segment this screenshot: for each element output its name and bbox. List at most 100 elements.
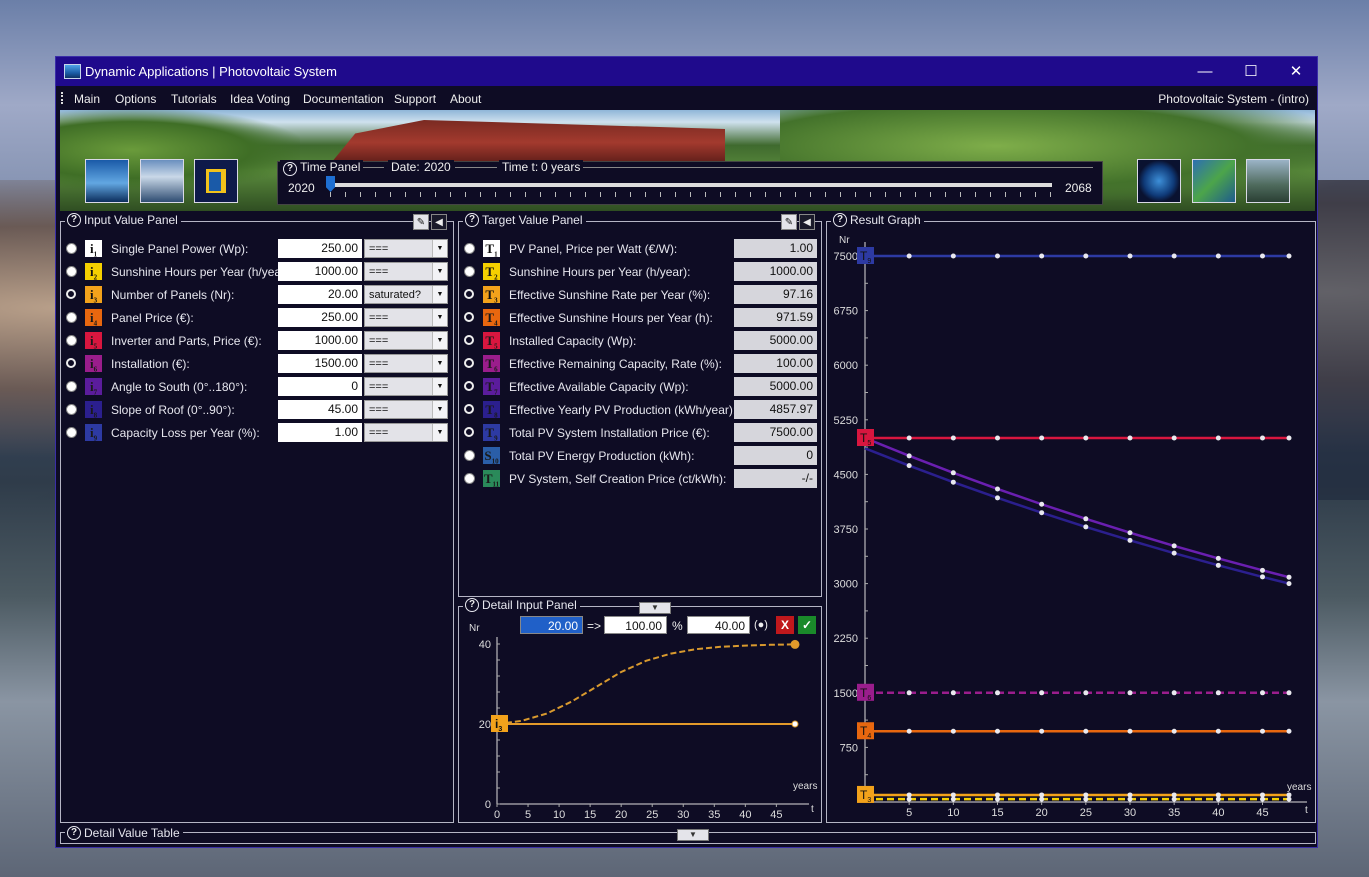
solar-farm-button[interactable]: [1246, 159, 1290, 203]
data-point: [995, 495, 1000, 501]
select-radio[interactable]: [66, 289, 76, 299]
input-value-field[interactable]: 250.00: [278, 239, 362, 258]
input-value-field[interactable]: 20.00: [278, 285, 362, 304]
data-point: [1215, 253, 1221, 259]
select-radio[interactable]: [66, 427, 77, 438]
input-value-field[interactable]: 45.00: [278, 400, 362, 419]
mode-select[interactable]: === ▼: [364, 239, 448, 258]
close-button[interactable]: ✕: [1273, 57, 1319, 86]
start-year: 2020: [288, 181, 315, 195]
select-radio[interactable]: [464, 358, 474, 368]
select-radio[interactable]: [66, 404, 77, 415]
input-value-field[interactable]: 1000.00: [278, 262, 362, 281]
input-value-field[interactable]: 1.00: [278, 423, 362, 442]
minimize-button[interactable]: —: [1182, 57, 1228, 86]
chevron-down-icon[interactable]: ▼: [432, 286, 447, 303]
mode-select[interactable]: === ▼: [364, 400, 448, 419]
mode-select[interactable]: === ▼: [364, 331, 448, 350]
variable-badge: T3: [483, 286, 500, 305]
series-end-point[interactable]: [790, 639, 800, 649]
input-value-field[interactable]: 250.00: [278, 308, 362, 327]
edit-pencil-icon[interactable]: ✎: [781, 214, 797, 230]
time-slider-thumb[interactable]: [326, 176, 335, 192]
select-radio[interactable]: [464, 381, 474, 391]
mode-select[interactable]: === ▼: [364, 354, 448, 373]
select-radio[interactable]: [464, 473, 475, 484]
chevron-down-icon[interactable]: ▼: [432, 424, 447, 441]
variable-badge: T6: [483, 355, 500, 374]
help-icon[interactable]: ?: [67, 213, 81, 227]
data-point: [1171, 550, 1177, 556]
menu-idea-voting[interactable]: Idea Voting: [230, 92, 290, 106]
select-radio[interactable]: [66, 312, 77, 323]
y-tick-label: 3000: [834, 579, 858, 591]
select-radio[interactable]: [66, 335, 77, 346]
menu-about[interactable]: About: [450, 92, 481, 106]
select-radio[interactable]: [464, 335, 474, 345]
select-radio[interactable]: [464, 404, 474, 414]
chevron-down-icon[interactable]: ▼: [432, 240, 447, 257]
data-point: [1171, 543, 1177, 549]
sunset-scenario-button[interactable]: [85, 159, 129, 203]
menu-grip-icon[interactable]: [61, 92, 65, 104]
maximize-button[interactable]: ☐: [1228, 57, 1274, 86]
select-radio[interactable]: [464, 312, 474, 322]
select-radio[interactable]: [464, 450, 475, 461]
x-tick-label: 5: [906, 807, 912, 819]
select-radio[interactable]: [464, 266, 475, 277]
edit-pencil-icon[interactable]: ✎: [413, 214, 429, 230]
mode-select[interactable]: saturated? ▼: [364, 285, 448, 304]
input-value-field[interactable]: 0: [278, 377, 362, 396]
expand-down-icon[interactable]: ▼: [677, 829, 709, 841]
chevron-down-icon[interactable]: ▼: [432, 263, 447, 280]
exit-door-button[interactable]: [194, 159, 238, 203]
menu-options[interactable]: Options: [115, 92, 156, 106]
data-point: [950, 253, 956, 259]
menu-main[interactable]: Main: [74, 92, 100, 106]
input-panel-title: Input Value Panel: [84, 213, 178, 227]
help-icon[interactable]: ?: [283, 162, 297, 176]
globe-button[interactable]: [1137, 159, 1181, 203]
help-icon[interactable]: ?: [465, 213, 479, 227]
chevron-down-icon[interactable]: ▼: [432, 378, 447, 395]
data-point: [906, 453, 912, 459]
mode-select[interactable]: === ▼: [364, 377, 448, 396]
y-tick-label: 750: [840, 742, 858, 754]
x-axis-label: years: [793, 781, 817, 792]
chevron-down-icon[interactable]: ▼: [432, 355, 447, 372]
windows-button[interactable]: [1192, 159, 1236, 203]
cloudy-scenario-button[interactable]: [140, 159, 184, 203]
select-radio[interactable]: [464, 243, 475, 254]
collapse-left-icon[interactable]: ◀: [431, 214, 447, 230]
menu-support[interactable]: Support: [394, 92, 436, 106]
data-point: [1127, 530, 1133, 536]
select-radio[interactable]: [464, 289, 474, 299]
chevron-down-icon[interactable]: ▼: [432, 401, 447, 418]
result-chart[interactable]: 750 1500 2250 3000 3750 4500 5250 6000 6750 7500 5…: [827, 222, 1315, 822]
select-radio[interactable]: [464, 427, 474, 437]
x-tick-label: 25: [1080, 807, 1092, 819]
chevron-down-icon[interactable]: ▼: [432, 309, 447, 326]
detail-input-chart[interactable]: 020400 5 10 15 20 25 30 35 40 45Nryearsti3: [459, 607, 821, 822]
chevron-down-icon[interactable]: ▼: [432, 332, 447, 349]
help-icon[interactable]: ?: [67, 826, 81, 840]
target-row: T11 PV System, Self Creation Price (ct/kW…: [459, 469, 821, 489]
collapse-left-icon[interactable]: ◀: [799, 214, 815, 230]
data-point: [950, 479, 956, 485]
menu-documentation[interactable]: Documentation: [303, 92, 384, 106]
input-value-field[interactable]: 1500.00: [278, 354, 362, 373]
mode-select[interactable]: === ▼: [364, 308, 448, 327]
target-value-field: 7500.00: [734, 423, 817, 442]
select-radio[interactable]: [66, 243, 77, 254]
panel-buttons: ✎ ◀: [781, 214, 815, 230]
input-value-field[interactable]: 1000.00: [278, 331, 362, 350]
time-slider[interactable]: [330, 183, 1052, 187]
mode-select[interactable]: === ▼: [364, 423, 448, 442]
select-radio[interactable]: [66, 266, 77, 277]
mode-select[interactable]: === ▼: [364, 262, 448, 281]
select-radio[interactable]: [66, 381, 77, 392]
menu-tutorials[interactable]: Tutorials: [171, 92, 217, 106]
data-point: [1260, 690, 1265, 696]
data-point: [1260, 728, 1265, 734]
select-radio[interactable]: [66, 358, 76, 368]
